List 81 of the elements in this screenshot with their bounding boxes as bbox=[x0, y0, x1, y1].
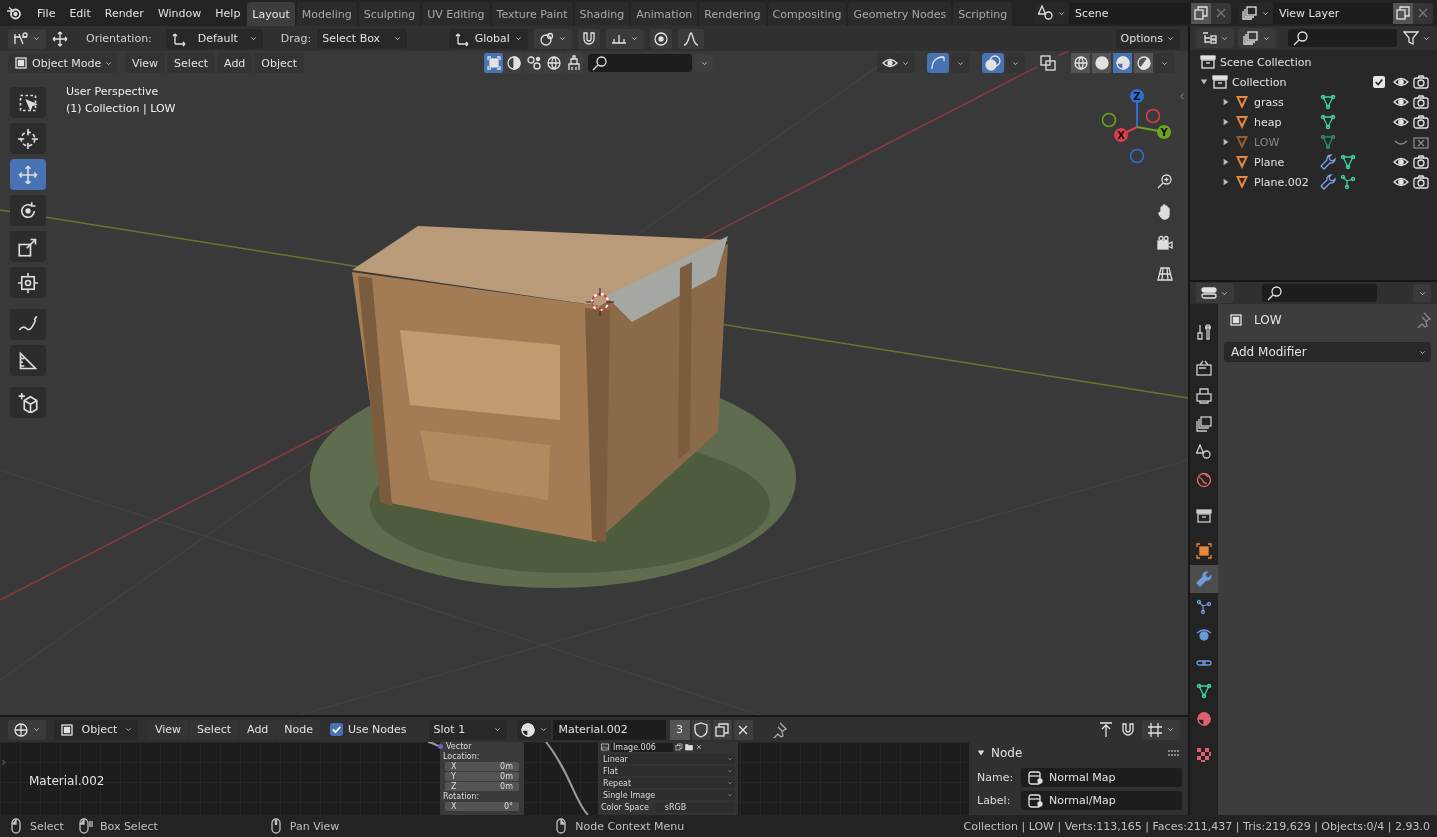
workspace-tab[interactable]: UV Editing bbox=[422, 2, 490, 26]
tree-item[interactable]: Scene Collection bbox=[1220, 55, 1312, 69]
menu-item[interactable]: Select bbox=[167, 53, 216, 73]
material-name-field[interactable]: Material.002 bbox=[552, 719, 666, 740]
field-label: Y bbox=[451, 772, 456, 781]
workspace-tab[interactable]: Rendering bbox=[699, 2, 766, 26]
orientation-label: Orientation: bbox=[86, 32, 152, 45]
orientation-dropdown[interactable]: Default bbox=[165, 28, 263, 49]
mode-dropdown[interactable]: Object Mode bbox=[8, 53, 117, 73]
property-dropdown[interactable]: sRGB bbox=[654, 802, 735, 812]
tree-item[interactable]: heap bbox=[1254, 115, 1316, 129]
user-count-button[interactable]: 3 bbox=[669, 719, 690, 740]
workspace-tab[interactable]: Layout bbox=[247, 2, 295, 26]
panel-title: Node bbox=[991, 746, 1023, 760]
workspace-tab[interactable]: Compositing bbox=[767, 2, 847, 26]
transform-orientation-dropdown[interactable]: Global bbox=[449, 28, 529, 49]
workspace-tab[interactable]: Texture Paint bbox=[491, 2, 573, 26]
field-label: Z bbox=[451, 782, 457, 791]
node-dropdown[interactable]: Single Image bbox=[601, 790, 735, 800]
text-field[interactable]: Normal Map bbox=[1021, 768, 1182, 787]
field-label: Label: bbox=[977, 794, 1012, 807]
menu-item[interactable]: Edit bbox=[62, 3, 98, 23]
field-label: X bbox=[451, 802, 457, 811]
tree-item[interactable]: grass bbox=[1254, 95, 1316, 109]
view-layer-field[interactable]: View Layer bbox=[1273, 2, 1393, 24]
menu-item[interactable]: Window bbox=[150, 3, 209, 23]
workspace-tab[interactable]: Modeling bbox=[296, 2, 357, 26]
shortcut-hint: Pan View bbox=[289, 819, 340, 833]
number-field[interactable]: X 0m bbox=[445, 762, 519, 771]
use-nodes-checkbox[interactable]: Use Nodes bbox=[330, 723, 407, 736]
socket-label: Vector bbox=[446, 742, 472, 751]
shortcut-hint: Box Select bbox=[99, 819, 158, 833]
object-name: LOW bbox=[1254, 313, 1282, 327]
node-card[interactable]: Vector Location: X 0m Y 0m Z 0m Rotation: X 0° bbox=[440, 742, 524, 815]
workspace-tab[interactable]: Shading bbox=[574, 2, 630, 26]
field-heading: Rotation: bbox=[443, 792, 481, 801]
material-name-label: Material.002 bbox=[29, 774, 105, 788]
node-dropdown[interactable]: Flat bbox=[601, 766, 735, 776]
node-card[interactable]: Image.006 Linear Flat Repeat Single Image Color Space sRGB bbox=[598, 742, 738, 815]
axis-handle[interactable]: Y bbox=[1136, 125, 1171, 139]
node-dropdown[interactable]: Linear bbox=[601, 754, 735, 764]
drag-label: Drag: bbox=[280, 32, 312, 45]
number-field[interactable]: Y 0m bbox=[445, 772, 519, 781]
field-label: X bbox=[451, 762, 457, 771]
number-field[interactable]: X 0° bbox=[445, 802, 519, 811]
axis-handle[interactable]: Z bbox=[1130, 89, 1144, 128]
field-value: 0m bbox=[500, 772, 513, 781]
shortcut-hint: Select bbox=[30, 819, 64, 833]
field-value: 0m bbox=[500, 782, 513, 791]
drag-dropdown[interactable]: Select Box bbox=[317, 28, 408, 49]
scene-name-field[interactable]: Scene bbox=[1069, 2, 1191, 24]
menu-item[interactable]: Help bbox=[208, 3, 248, 23]
tree-item[interactable]: Plane bbox=[1254, 155, 1316, 169]
shader-type-dropdown[interactable]: Object bbox=[54, 719, 138, 740]
field-value: 0m bbox=[500, 762, 513, 771]
number-field[interactable]: Z 0m bbox=[445, 782, 519, 791]
workspace-tab[interactable]: Animation bbox=[631, 2, 698, 26]
workspace-tab[interactable]: Scripting bbox=[953, 2, 1013, 26]
tree-item[interactable]: Plane.002 bbox=[1254, 175, 1316, 189]
viewport-info-text: User Perspective bbox=[66, 85, 160, 98]
node-dropdown[interactable]: Repeat bbox=[601, 778, 735, 788]
slot-dropdown[interactable]: Slot 1 bbox=[428, 719, 507, 740]
menu-item[interactable]: Add bbox=[217, 53, 253, 73]
field-label: Name: bbox=[977, 771, 1015, 784]
options-dropdown[interactable]: Options bbox=[1115, 28, 1180, 49]
property-label: Color Space bbox=[601, 802, 649, 812]
add-modifier-dropdown[interactable]: Add Modifier bbox=[1224, 342, 1431, 362]
text-field[interactable]: Normal/Map bbox=[1021, 791, 1182, 810]
tree-item[interactable]: Collection bbox=[1232, 75, 1287, 89]
menu-item[interactable]: Render bbox=[97, 3, 151, 23]
field-heading: Location: bbox=[443, 752, 481, 761]
image-name-field[interactable]: Image.006 bbox=[611, 742, 673, 752]
menu-item[interactable]: File bbox=[30, 3, 63, 23]
menu-item[interactable]: Object bbox=[254, 53, 305, 73]
field-value: 0° bbox=[503, 802, 513, 811]
workspace-tab[interactable]: Geometry Nodes bbox=[848, 2, 952, 26]
shortcut-hint: Node Context Menu bbox=[575, 819, 685, 833]
menu-item[interactable]: View bbox=[125, 53, 166, 73]
workspace-tab[interactable]: Sculpting bbox=[358, 2, 421, 26]
viewport-info-text: (1) Collection | LOW bbox=[66, 102, 176, 115]
scene-statistics: Collection | LOW | Verts:113,165 | Faces:211,437 | Tris:219,629 | Objects:0/4 | 2.93.0 bbox=[963, 819, 1430, 833]
